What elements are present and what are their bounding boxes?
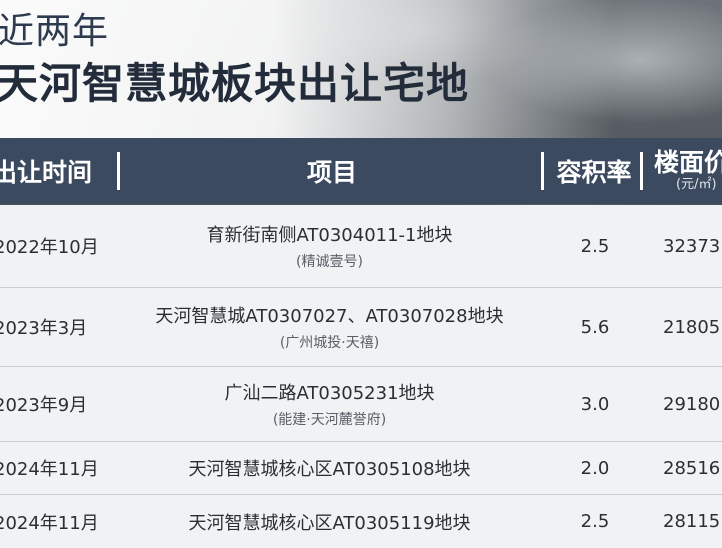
header-far: 容积率: [556, 158, 632, 187]
cell-price: 29180: [663, 393, 721, 415]
table-header: 出让时间 项目 容积率 楼面价 (元/㎡): [0, 138, 722, 204]
page-title: 天河智慧城板块出让宅地: [0, 59, 470, 108]
header-price-unit: (元/㎡): [676, 177, 717, 193]
cell-time: 2024年11月: [0, 512, 99, 534]
cell-project: 天河智慧城核心区AT0305119地块: [112, 495, 547, 548]
table-row: 2024年11月 天河智慧城核心区AT0305108地块 2.0 28516: [0, 442, 722, 495]
cell-price: 28115: [663, 511, 721, 532]
table-row: 2024年11月 天河智慧城核心区AT0305119地块 2.5 28115: [0, 495, 722, 548]
project-name: 天河智慧城核心区AT0305119地块: [188, 512, 471, 534]
header-divider: [117, 152, 120, 190]
header-price: 楼面价 (元/㎡): [646, 138, 722, 204]
header-divider: [640, 152, 643, 190]
header-project: 项目: [306, 158, 357, 187]
cell-far: 3.0: [580, 393, 610, 415]
header-divider: [541, 152, 544, 190]
header-price-label: 楼面价: [654, 148, 722, 178]
cell-far: 2.5: [580, 235, 610, 257]
cell-time: 2022年10月: [0, 237, 99, 258]
cell-price: 28516: [663, 457, 721, 479]
cell-project: 天河智慧城核心区AT0305108地块: [112, 442, 547, 494]
project-developer: (精诚壹号): [296, 254, 363, 270]
header-time: 出让时间: [0, 158, 93, 187]
cell-project: 育新街南侧AT0304011-1地块 (精诚壹号): [112, 205, 547, 287]
cell-price: 21805: [663, 316, 721, 338]
cell-time: 2023年3月: [0, 318, 88, 339]
title-prefix: 近两年: [0, 11, 110, 52]
cell-far: 5.6: [580, 316, 610, 338]
cell-time: 2024年11月: [0, 459, 99, 480]
table-row: 2023年9月 广汕二路AT0305231地块 (能建·天河麓誉府) 3.0 2…: [0, 367, 722, 442]
cell-price: 32373: [663, 235, 721, 257]
cell-far: 2.5: [580, 511, 610, 532]
project-name: 育新街南侧AT0304011-1地块: [206, 225, 453, 246]
table-row: 2023年3月 天河智慧城AT0307027、AT0307028地块 (广州城投…: [0, 288, 722, 367]
table-row: 2022年10月 育新街南侧AT0304011-1地块 (精诚壹号) 2.5 3…: [0, 205, 722, 288]
cell-project: 天河智慧城AT0307027、AT0307028地块 (广州城投·天禧): [112, 288, 547, 366]
cell-time: 2023年9月: [0, 395, 88, 416]
project-name: 天河智慧城核心区AT0305108地块: [188, 459, 471, 480]
title-panel: 近两年 天河智慧城板块出让宅地: [0, 0, 722, 138]
project-name: 广汕二路AT0305231地块: [224, 383, 435, 404]
project-developer: (广州城投·天禧): [279, 335, 380, 351]
project-developer: (能建·天河麓誉府): [272, 412, 387, 428]
cell-project: 广汕二路AT0305231地块 (能建·天河麓誉府): [112, 367, 547, 441]
project-name: 天河智慧城AT0307027、AT0307028地块: [155, 306, 504, 327]
cell-far: 2.0: [580, 457, 610, 479]
